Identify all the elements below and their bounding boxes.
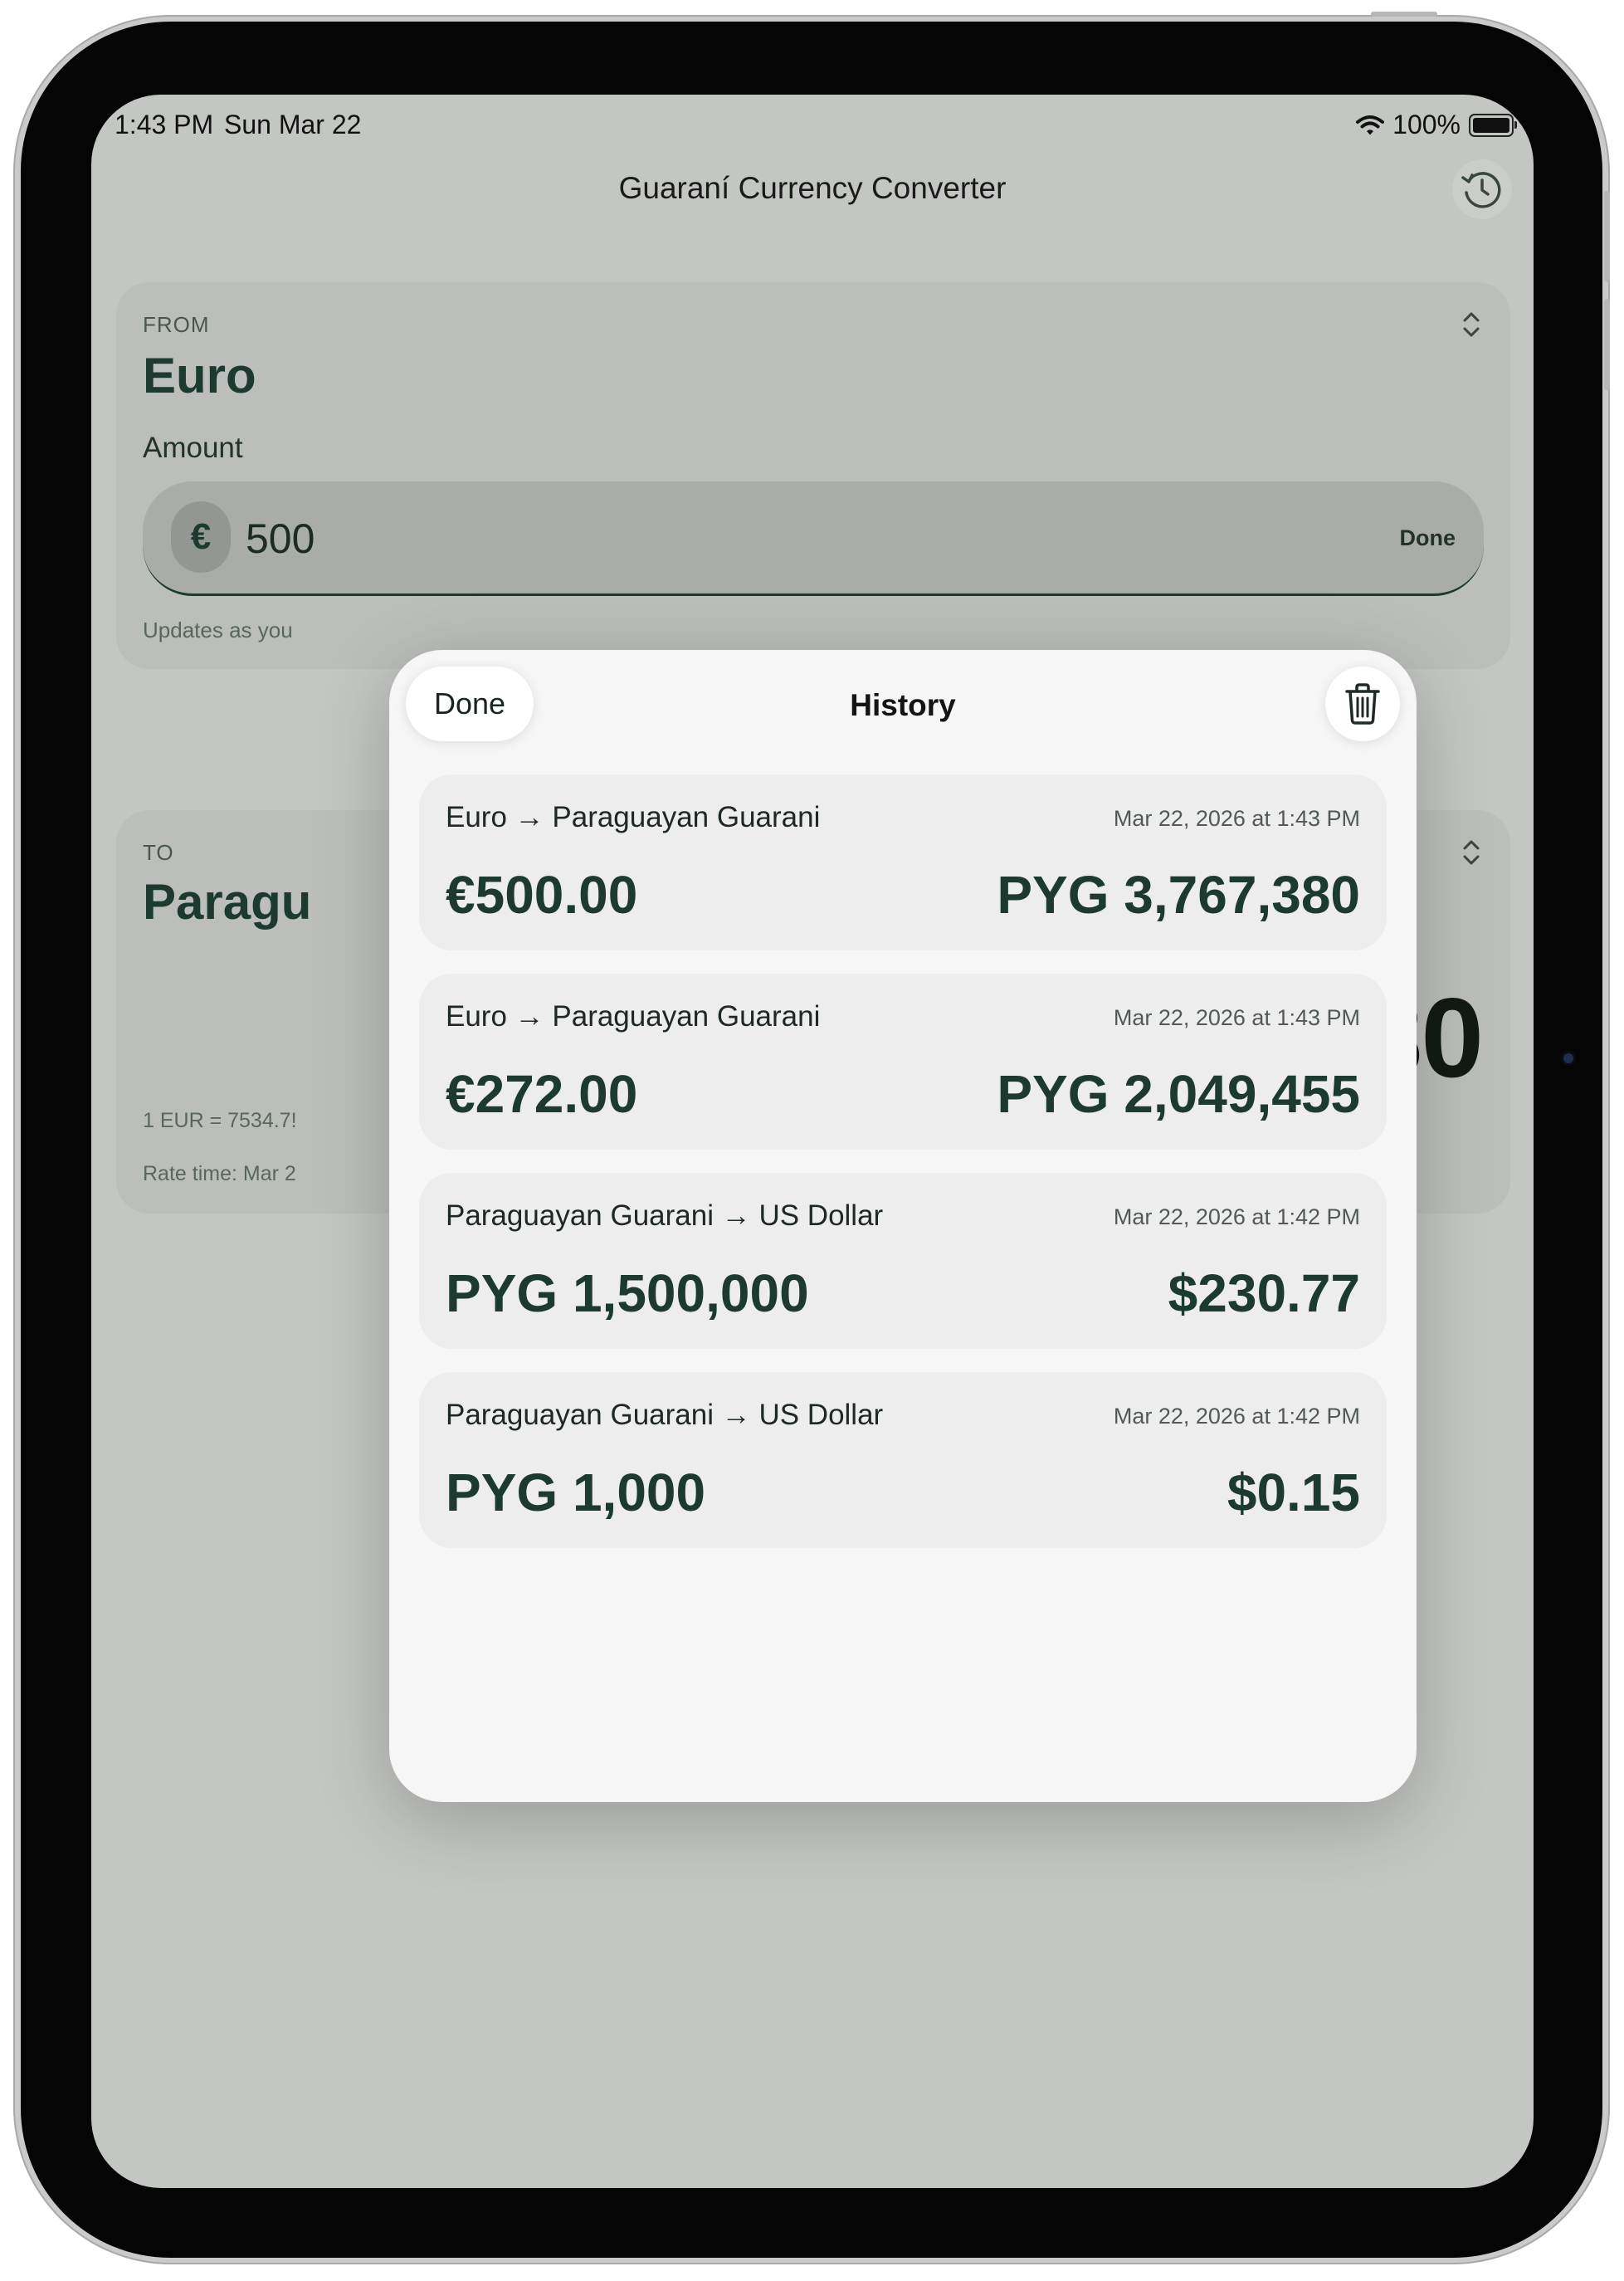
conversion-pair: Paraguayan Guarani → US Dollar: [446, 1399, 884, 1431]
status-indicators: 100%: [1356, 110, 1517, 140]
status-bar: 1:43 PM Sun Mar 22 100%: [91, 95, 1534, 153]
trash-icon: [1345, 683, 1380, 725]
chevron-up-down-icon[interactable]: [1461, 838, 1482, 867]
amount-input[interactable]: € 500 Done: [143, 481, 1484, 596]
front-camera: [1563, 1053, 1573, 1063]
converted-amount: $230.77: [1168, 1263, 1360, 1323]
app-screen: 1:43 PM Sun Mar 22 100% Guaraní Currency…: [91, 95, 1534, 2188]
history-row[interactable]: Paraguayan Guarani → US Dollar Mar 22, 2…: [419, 1173, 1387, 1349]
conversion-timestamp: Mar 22, 2026 at 1:42 PM: [1113, 1404, 1360, 1429]
conversion-timestamp: Mar 22, 2026 at 1:43 PM: [1113, 1005, 1360, 1030]
source-amount: €500.00: [446, 865, 638, 925]
source-amount: PYG 1,500,000: [446, 1263, 809, 1323]
battery-icon: [1469, 113, 1517, 137]
wifi-icon: [1356, 115, 1385, 134]
volume-down-button: [1604, 299, 1610, 390]
clear-history-button[interactable]: [1325, 667, 1400, 741]
conversion-timestamp: Mar 22, 2026 at 1:42 PM: [1113, 1204, 1360, 1229]
conversion-pair: Euro → Paraguayan Guarani: [446, 801, 821, 833]
helper-text: Updates as you: [143, 618, 293, 642]
from-label: FROM: [143, 312, 210, 337]
source-amount: PYG 1,000: [446, 1463, 706, 1522]
from-card: FROM Euro Amount € 500 Done Updates as y…: [116, 282, 1510, 669]
history-button[interactable]: [1452, 159, 1512, 219]
rate-time: Rate time: Mar 2: [143, 1162, 296, 1185]
to-label: TO: [143, 840, 174, 865]
clock-history-icon: [1461, 172, 1501, 208]
top-button: [1371, 12, 1437, 17]
sheet-title: History: [850, 688, 956, 722]
keyboard-done-button[interactable]: Done: [1400, 525, 1456, 551]
converted-amount: $0.15: [1227, 1463, 1360, 1522]
currency-symbol-badge: €: [171, 501, 231, 573]
converted-amount: PYG 2,049,455: [997, 1064, 1360, 1124]
to-currency-name[interactable]: Paragu: [143, 873, 311, 930]
status-time: 1:43 PM: [115, 110, 214, 139]
volume-up-button: [1604, 191, 1610, 282]
conversion-pair: Euro → Paraguayan Guarani: [446, 1000, 821, 1033]
exchange-rate: 1 EUR = 7534.7!: [143, 1109, 297, 1132]
conversion-pair: Paraguayan Guarani → US Dollar: [446, 1199, 884, 1232]
history-sheet: Done History Euro → Paraguayan Guarani M…: [389, 650, 1417, 1802]
chevron-up-down-icon[interactable]: [1461, 310, 1482, 339]
history-row[interactable]: Euro → Paraguayan Guarani Mar 22, 2026 a…: [419, 774, 1387, 950]
history-row[interactable]: Euro → Paraguayan Guarani Mar 22, 2026 a…: [419, 974, 1387, 1150]
from-currency-name[interactable]: Euro: [143, 347, 256, 404]
amount-label: Amount: [143, 432, 243, 464]
amount-value[interactable]: 500: [246, 515, 315, 563]
source-amount: €272.00: [446, 1064, 638, 1124]
conversion-timestamp: Mar 22, 2026 at 1:43 PM: [1113, 806, 1360, 831]
history-row[interactable]: Paraguayan Guarani → US Dollar Mar 22, 2…: [419, 1372, 1387, 1548]
converted-amount: PYG 3,767,380: [997, 865, 1360, 925]
battery-percentage: 100%: [1392, 110, 1461, 139]
history-list: Euro → Paraguayan Guarani Mar 22, 2026 a…: [419, 774, 1387, 1571]
page-title: Guaraní Currency Converter: [618, 171, 1007, 205]
status-date: Sun Mar 22: [224, 110, 362, 139]
